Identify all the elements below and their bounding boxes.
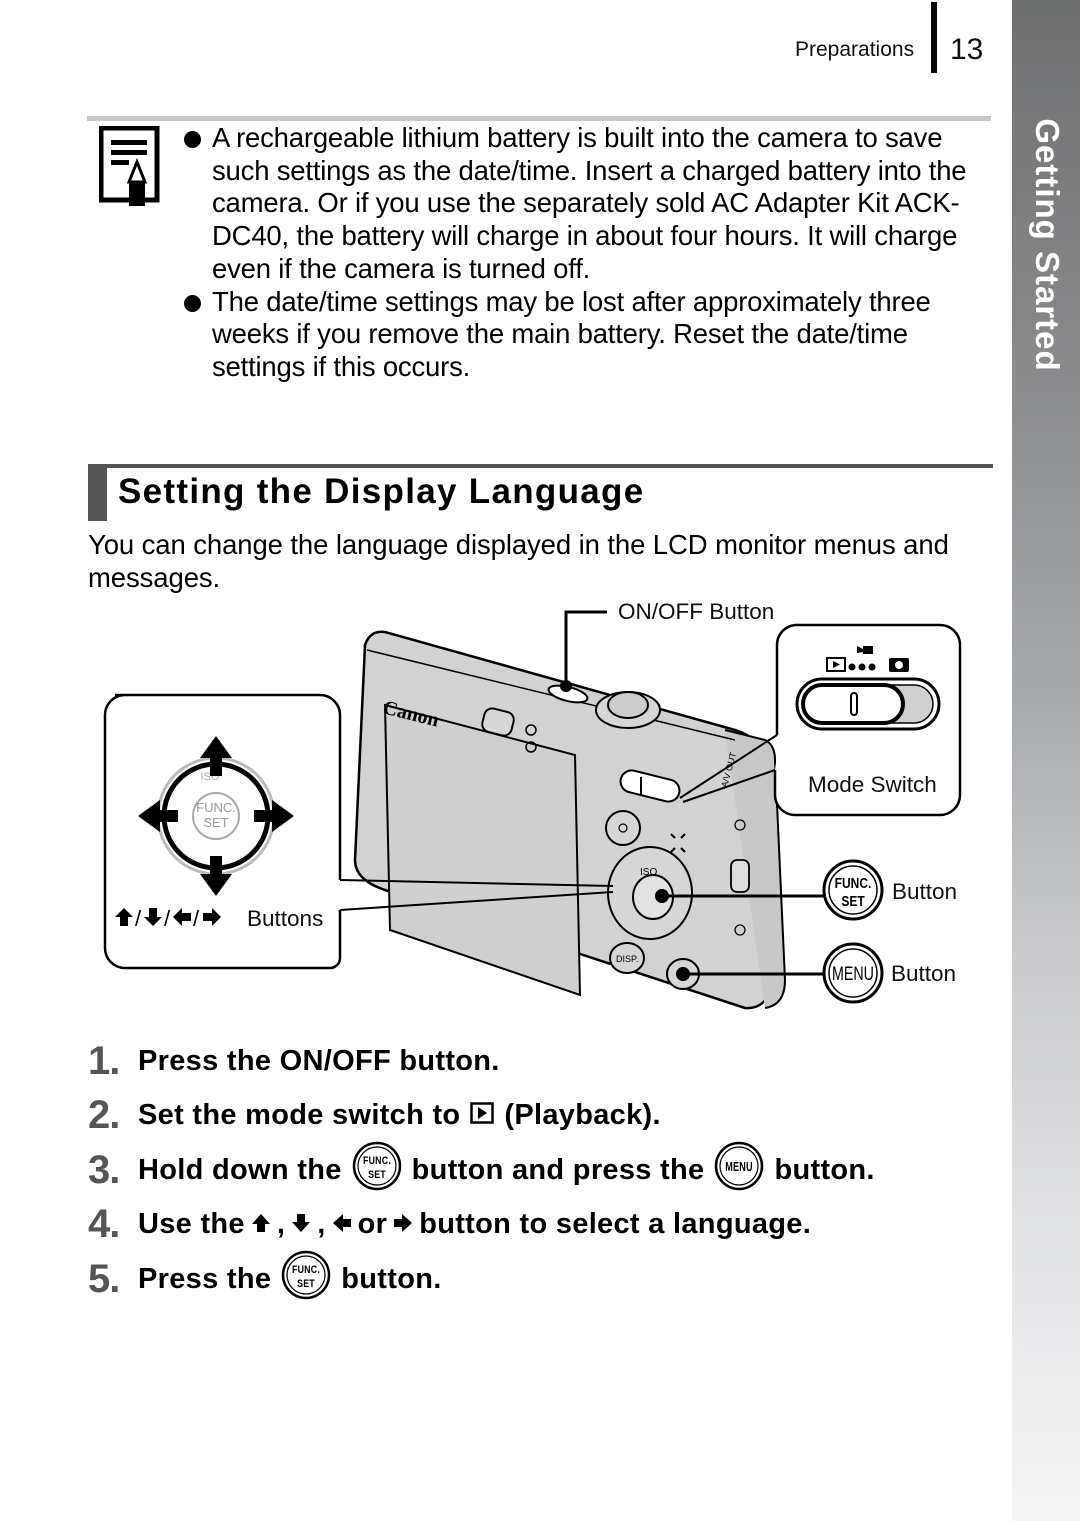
bullet-icon	[184, 131, 201, 148]
menu-callout-label: Button	[891, 961, 957, 986]
step-text: (Playback).	[504, 1099, 661, 1132]
svg-text:SET: SET	[841, 893, 865, 910]
camera-illustration: FUNC. SET ISO / / / Canon ISO DISP. A/V …	[103, 610, 962, 1010]
step-text: ,	[276, 1208, 286, 1241]
right-arrow-icon	[254, 800, 294, 832]
step-item: 1. Press the ON/OFF button.	[88, 1034, 988, 1089]
up-arrow-icon	[200, 736, 232, 776]
up-arrow-icon	[251, 1208, 271, 1241]
on-off-callout-label: ON/OFF Button	[618, 599, 775, 624]
dpad-diagram: FUNC. SET ISO	[138, 736, 294, 896]
arrow-buttons-callout-label: Buttons	[247, 906, 324, 931]
section-rule	[88, 464, 993, 468]
step-number: 4.	[88, 1202, 120, 1247]
page-number: 13	[950, 33, 984, 66]
section-title: Setting the Display Language	[118, 472, 645, 511]
step-item: 2. Set the mode switch to (Playback).	[88, 1089, 988, 1144]
playback-icon	[470, 1099, 495, 1132]
note-item: The date/time settings may be lost after…	[182, 286, 992, 384]
svg-text:FUNC.: FUNC.	[835, 875, 872, 892]
svg-text:ISO: ISO	[640, 867, 657, 878]
func-set-button-icon: FUNC. SET	[281, 1250, 331, 1308]
svg-text:FUNC.: FUNC.	[292, 1264, 320, 1276]
svg-text:MENU: MENU	[726, 1161, 754, 1175]
svg-text:SET: SET	[203, 815, 228, 830]
svg-text:SET: SET	[297, 1278, 315, 1290]
step-text: button to select a language.	[419, 1208, 812, 1241]
header-divider	[931, 2, 937, 73]
mode-switch-callout-label: Mode Switch	[808, 772, 937, 797]
down-arrow-icon	[291, 1208, 311, 1241]
step-text: Press the	[138, 1262, 272, 1295]
step-text: ,	[317, 1208, 326, 1241]
step-text: Hold down the	[138, 1153, 342, 1186]
step-text: button.	[341, 1262, 442, 1295]
note-text: The date/time settings may be lost after…	[212, 285, 931, 382]
steps-list: 1. Press the ON/OFF button. 2. Set the m…	[88, 1034, 988, 1307]
menu-button-icon: MENU	[822, 942, 884, 1004]
step-text: or	[357, 1208, 388, 1241]
section-intro: You can change the language displayed in…	[88, 529, 949, 593]
step-number: 3.	[88, 1147, 120, 1192]
step-item: 3. Hold down the FUNC. SET button and pre…	[88, 1141, 988, 1199]
step-item: 4. Use the , , or button to select a lan…	[88, 1198, 988, 1253]
svg-text:MENU: MENU	[832, 963, 874, 984]
memo-pencil-icon	[98, 125, 161, 208]
chapter-tab-label: Getting Started	[1017, 100, 1077, 390]
left-arrow-icon	[138, 800, 178, 832]
chapter-tab-text: Getting Started	[1029, 118, 1066, 372]
step-text: Use the	[138, 1208, 245, 1241]
step-text: Press the ON/OFF button.	[138, 1044, 500, 1077]
note-top-rule	[87, 116, 991, 121]
step-text: Set the mode switch to	[138, 1099, 461, 1132]
svg-text:FUNC.: FUNC.	[196, 800, 236, 815]
running-header-section: Preparations	[795, 38, 915, 61]
func-set-button-icon: FUNC. SET	[822, 859, 884, 921]
camera-figure: FUNC. SET ISO / / / Canon ISO DISP. A/V …	[85, 590, 985, 1020]
step-number: 2.	[88, 1093, 120, 1138]
down-arrow-icon	[200, 856, 232, 896]
step-number: 1.	[88, 1038, 120, 1083]
svg-text:FUNC.: FUNC.	[363, 1155, 391, 1167]
step-number: 5.	[88, 1256, 120, 1301]
left-arrow-icon	[332, 1208, 352, 1241]
note-text: A rechargeable lithium battery is built …	[212, 122, 967, 284]
svg-text:/: /	[193, 906, 200, 931]
func-set-callout-label: Button	[892, 879, 958, 904]
svg-text:SET: SET	[368, 1169, 386, 1181]
step-text: button.	[774, 1153, 875, 1186]
svg-text:DISP.: DISP.	[616, 954, 638, 964]
note-list: A rechargeable lithium battery is built …	[182, 122, 992, 384]
note-item: A rechargeable lithium battery is built …	[182, 122, 992, 286]
section-marker-bar	[88, 464, 107, 521]
arrow-set-label-icons: / / /	[115, 906, 221, 931]
step-item: 5. Press the FUNC. SET button.	[88, 1250, 988, 1308]
menu-button-icon: MENU	[714, 1141, 764, 1199]
right-arrow-icon	[393, 1208, 413, 1241]
bullet-icon	[184, 294, 201, 312]
svg-text:/: /	[135, 906, 142, 931]
svg-text:/: /	[164, 906, 171, 931]
step-text: button and press the	[411, 1153, 705, 1186]
func-set-button-icon: FUNC. SET	[352, 1141, 402, 1199]
